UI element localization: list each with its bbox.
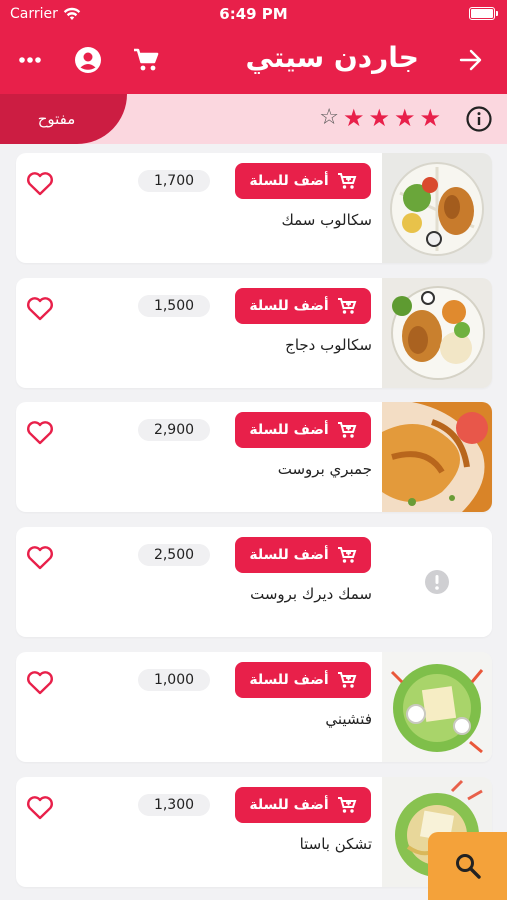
add-cart-icon bbox=[337, 797, 357, 813]
product-name: سكالوب دجاج bbox=[285, 336, 372, 354]
product-image bbox=[382, 402, 492, 512]
heart-icon[interactable] bbox=[25, 293, 55, 323]
search-icon bbox=[455, 854, 481, 879]
star-empty-icon: ☆ bbox=[319, 105, 339, 130]
add-to-cart-label: أضف للسلة bbox=[249, 298, 329, 314]
open-status-badge: مفتوح bbox=[0, 94, 127, 144]
account-icon[interactable] bbox=[70, 42, 106, 78]
add-cart-icon bbox=[337, 422, 357, 438]
star-icon: ★ bbox=[342, 104, 365, 132]
add-to-cart-label: أضف للسلة bbox=[249, 672, 329, 688]
product-image bbox=[382, 278, 492, 388]
open-status-label: مفتوح bbox=[37, 110, 76, 128]
star-icon: ★ bbox=[368, 104, 390, 132]
restaurant-info-bar: مفتوح ☆ ★ ★ ★ ★ bbox=[0, 94, 507, 144]
product-card[interactable]: 1,000 أضف للسلة فتشيني bbox=[16, 652, 492, 762]
product-price: 1,700 bbox=[138, 170, 210, 192]
product-image-placeholder bbox=[382, 527, 492, 637]
add-cart-icon bbox=[337, 173, 357, 189]
product-card[interactable]: 1,700 أضف للسلة سكالوب سمك bbox=[16, 153, 492, 263]
add-to-cart-label: أضف للسلة bbox=[249, 797, 329, 813]
info-icon[interactable] bbox=[465, 105, 493, 133]
product-price: 1,000 bbox=[138, 669, 210, 691]
clock: 6:49 PM bbox=[219, 5, 288, 23]
add-to-cart-label: أضف للسلة bbox=[249, 173, 329, 189]
add-to-cart-button[interactable]: أضف للسلة bbox=[235, 288, 371, 324]
add-cart-icon bbox=[337, 672, 357, 688]
image-missing-icon bbox=[425, 570, 449, 594]
product-name: فتشيني bbox=[325, 710, 372, 728]
add-cart-icon bbox=[337, 298, 357, 314]
star-icon: ★ bbox=[393, 104, 416, 132]
page-title: جاردن سيتي bbox=[245, 41, 419, 74]
product-price: 2,900 bbox=[138, 419, 210, 441]
add-to-cart-button[interactable]: أضف للسلة bbox=[235, 537, 371, 573]
product-price: 1,300 bbox=[138, 794, 210, 816]
add-cart-icon bbox=[337, 547, 357, 563]
product-card[interactable]: 1,300 أضف للسلة تشكن باستا bbox=[16, 777, 492, 887]
add-to-cart-label: أضف للسلة bbox=[249, 547, 329, 563]
product-name: سكالوب سمك bbox=[281, 211, 372, 229]
back-arrow-icon[interactable] bbox=[453, 42, 489, 78]
product-list[interactable]: 1,700 أضف للسلة سكالوب سمك 1,500 أضف للس… bbox=[0, 144, 507, 900]
heart-icon[interactable] bbox=[25, 168, 55, 198]
search-button[interactable] bbox=[428, 832, 507, 900]
add-to-cart-button[interactable]: أضف للسلة bbox=[235, 412, 371, 448]
heart-icon[interactable] bbox=[25, 667, 55, 697]
product-image bbox=[382, 652, 492, 762]
more-icon[interactable] bbox=[12, 42, 48, 78]
product-price: 2,500 bbox=[138, 544, 210, 566]
star-icon: ★ bbox=[419, 104, 441, 132]
add-to-cart-button[interactable]: أضف للسلة bbox=[235, 163, 371, 199]
product-name: سمك ديرك بروست bbox=[250, 585, 372, 603]
product-card[interactable]: 1,500 أضف للسلة سكالوب دجاج bbox=[16, 278, 492, 388]
product-card[interactable]: 2,900 أضف للسلة جمبري بروست bbox=[16, 402, 492, 512]
product-card[interactable]: 2,500 أضف للسلة سمك ديرك بروست bbox=[16, 527, 492, 637]
app-header: جاردن سيتي bbox=[0, 28, 507, 94]
product-price: 1,500 bbox=[138, 295, 210, 317]
heart-icon[interactable] bbox=[25, 417, 55, 447]
add-to-cart-button[interactable]: أضف للسلة bbox=[235, 787, 371, 823]
cart-icon[interactable] bbox=[128, 42, 164, 78]
product-name: تشكن باستا bbox=[299, 835, 372, 853]
product-image bbox=[382, 153, 492, 263]
battery-icon bbox=[469, 7, 498, 20]
status-bar: Carrier 6:49 PM bbox=[0, 0, 507, 28]
product-name: جمبري بروست bbox=[277, 460, 372, 478]
add-to-cart-button[interactable]: أضف للسلة bbox=[235, 662, 371, 698]
heart-icon[interactable] bbox=[25, 542, 55, 572]
add-to-cart-label: أضف للسلة bbox=[249, 422, 329, 438]
rating-stars: ☆ ★ ★ ★ ★ bbox=[319, 105, 441, 131]
heart-icon[interactable] bbox=[25, 792, 55, 822]
